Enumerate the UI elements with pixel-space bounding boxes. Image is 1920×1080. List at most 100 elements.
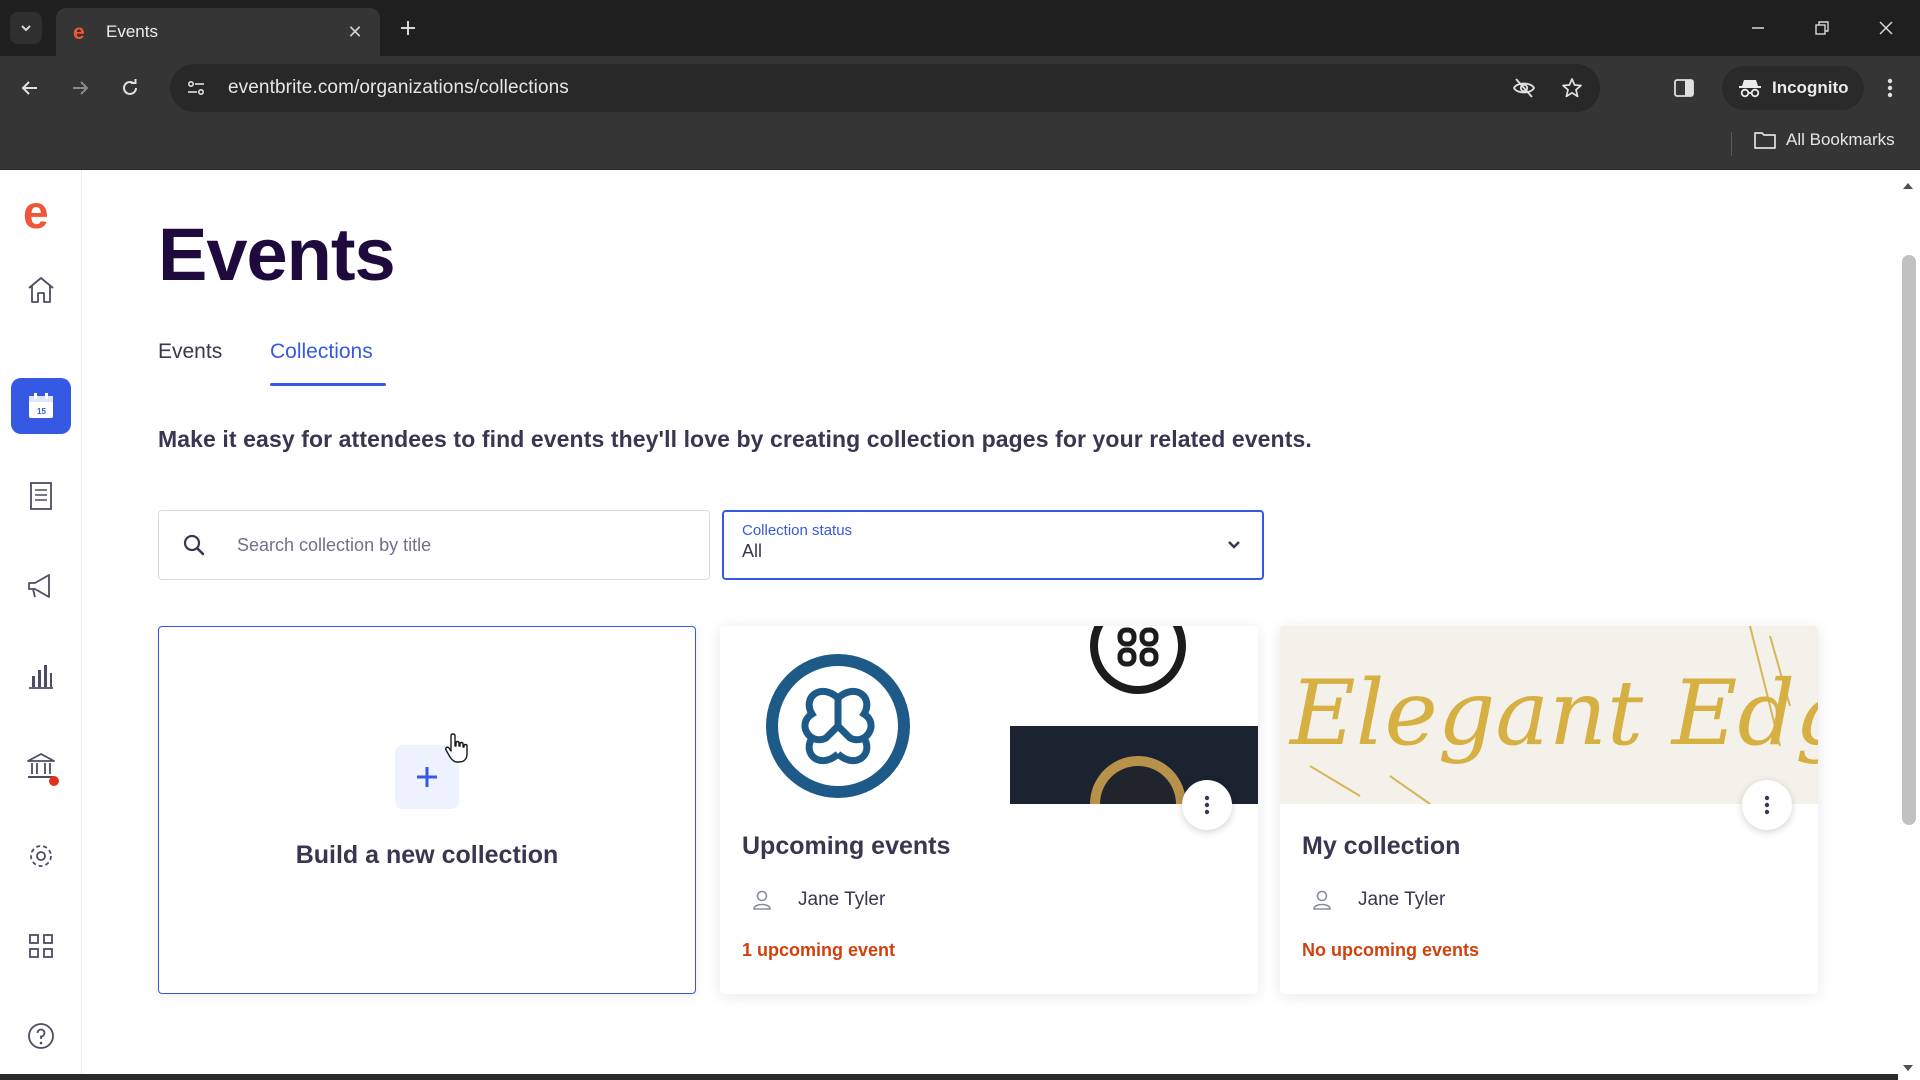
- owner-name: Jane Tyler: [798, 889, 886, 910]
- incognito-label: Incognito: [1772, 78, 1849, 97]
- sidebar-item-marketing[interactable]: [11, 558, 71, 614]
- cover-text: Elegant Edge: [1288, 661, 1818, 766]
- notification-dot: [49, 776, 59, 786]
- tab-close-icon[interactable]: ✕: [344, 22, 366, 43]
- owner-name: Jane Tyler: [1358, 889, 1446, 910]
- bookmarks-bar: All Bookmarks: [0, 120, 1920, 170]
- scroll-up-arrow-icon[interactable]: [1903, 176, 1913, 194]
- search-icon: [159, 510, 229, 580]
- forward-button[interactable]: [62, 70, 98, 106]
- collection-card[interactable]: Elegant Edge My collection Jane Tyler No…: [1280, 626, 1818, 994]
- orders-icon: [30, 482, 52, 510]
- sidebar-item-settings[interactable]: [11, 828, 71, 884]
- apps-grid-icon: [29, 934, 53, 958]
- reload-button[interactable]: [112, 70, 148, 106]
- side-panel-icon: [1674, 79, 1694, 97]
- sidebar-item-events[interactable]: 15: [11, 378, 71, 434]
- back-button[interactable]: [12, 70, 48, 106]
- user-icon: [742, 880, 782, 920]
- collection-title[interactable]: My collection: [1302, 832, 1460, 861]
- page-content: e 15 Events Events Collections Make it e…: [0, 170, 1920, 1080]
- sidebar-item-apps[interactable]: [11, 918, 71, 974]
- plus-icon: [401, 21, 415, 35]
- collection-options-button[interactable]: [1182, 780, 1232, 830]
- close-window-button[interactable]: [1864, 10, 1908, 46]
- restore-icon: [1815, 21, 1829, 35]
- svg-text:15: 15: [37, 407, 46, 416]
- search-input[interactable]: [237, 534, 677, 556]
- browser-menu-button[interactable]: [1870, 68, 1910, 108]
- bar-chart-icon: [29, 665, 53, 689]
- all-bookmarks-button[interactable]: All Bookmarks: [1754, 130, 1895, 150]
- tab-search-button[interactable]: [10, 12, 42, 44]
- collection-owner: Jane Tyler: [742, 880, 885, 920]
- active-tab-indicator: [270, 383, 386, 386]
- collection-status-select[interactable]: Collection status All: [722, 510, 1264, 580]
- collection-status-text: No upcoming events: [1302, 940, 1480, 960]
- close-icon: [1879, 21, 1893, 35]
- build-new-collection-card[interactable]: Build a new collection: [158, 626, 696, 994]
- tab-events[interactable]: Events: [158, 340, 222, 364]
- sidebar-item-orders[interactable]: [11, 468, 71, 524]
- gear-icon: [30, 845, 52, 867]
- browser-tab-active[interactable]: e Events ✕: [56, 8, 380, 56]
- url-text: eventbrite.com/organizations/collections: [228, 77, 569, 98]
- megaphone-icon: [28, 574, 50, 598]
- collection-search: [158, 510, 710, 580]
- collection-card[interactable]: Upcoming events Jane Tyler 1 upcoming ev…: [720, 626, 1258, 994]
- collection-status-value: All: [742, 541, 763, 561]
- collection-options-button[interactable]: [1742, 780, 1792, 830]
- bookmarks-separator: [1731, 132, 1732, 156]
- user-icon: [1302, 880, 1342, 920]
- tab-collections[interactable]: Collections: [270, 340, 373, 364]
- site-info-icon[interactable]: [176, 68, 216, 108]
- page-description: Make it easy for attendees to find event…: [158, 426, 1312, 452]
- minimize-button[interactable]: [1736, 10, 1780, 46]
- sidebar-item-finance[interactable]: [11, 738, 71, 794]
- collection-title[interactable]: Upcoming events: [742, 832, 950, 861]
- reload-icon: [123, 79, 137, 95]
- collection-status-text: 1 upcoming event: [742, 940, 896, 960]
- all-bookmarks-label: All Bookmarks: [1786, 130, 1895, 149]
- minimize-icon: [1752, 27, 1764, 29]
- scrollbar-thumb[interactable]: [1902, 255, 1916, 825]
- sidebar-item-home[interactable]: [11, 262, 71, 318]
- side-panel-button[interactable]: [1664, 68, 1704, 108]
- scroll-down-arrow-icon[interactable]: [1903, 1060, 1913, 1078]
- new-tab-button[interactable]: [392, 12, 424, 44]
- restore-button[interactable]: [1800, 10, 1844, 46]
- collection-cover-image: [720, 626, 1258, 804]
- help-icon: [28, 1023, 54, 1049]
- svg-text:e: e: [23, 194, 49, 234]
- bookmark-star-icon[interactable]: [1552, 68, 1592, 108]
- address-bar[interactable]: eventbrite.com/organizations/collections: [170, 64, 1600, 112]
- home-icon: [28, 277, 54, 303]
- hand-pointer-cursor-icon: [444, 732, 472, 769]
- arrow-right-icon: [73, 81, 89, 95]
- sidebar-item-help[interactable]: [11, 1008, 71, 1064]
- app-sidebar: e 15: [0, 170, 82, 1080]
- build-new-collection-label: Build a new collection: [295, 841, 559, 869]
- eventbrite-favicon-icon: e: [70, 21, 92, 43]
- tab-title: Events: [106, 22, 158, 41]
- collection-cover-image: Elegant Edge: [1280, 626, 1818, 804]
- collection-status-label: Collection status: [742, 522, 853, 539]
- kebab-menu-icon: [1764, 795, 1770, 815]
- arrow-left-icon: [21, 81, 37, 95]
- kebab-menu-icon: [1887, 78, 1893, 98]
- kebab-menu-icon: [1204, 795, 1210, 815]
- tracking-protection-eye-off-icon[interactable]: [1504, 68, 1544, 108]
- eventbrite-logo-icon[interactable]: e: [20, 194, 60, 234]
- calendar-icon: 15: [29, 393, 53, 418]
- chevron-down-icon: [1224, 534, 1244, 559]
- svg-text:e: e: [73, 22, 85, 42]
- sidebar-item-reporting[interactable]: [11, 648, 71, 704]
- page-title: Events: [158, 213, 396, 296]
- collection-owner: Jane Tyler: [1302, 880, 1445, 920]
- browser-tabstrip: e Events ✕: [0, 0, 1920, 56]
- browser-toolbar: eventbrite.com/organizations/collections…: [0, 56, 1920, 120]
- incognito-icon: [1739, 80, 1761, 98]
- folder-icon: [1754, 132, 1776, 149]
- incognito-profile-button[interactable]: Incognito: [1722, 66, 1865, 110]
- chevron-down-icon: [21, 25, 31, 32]
